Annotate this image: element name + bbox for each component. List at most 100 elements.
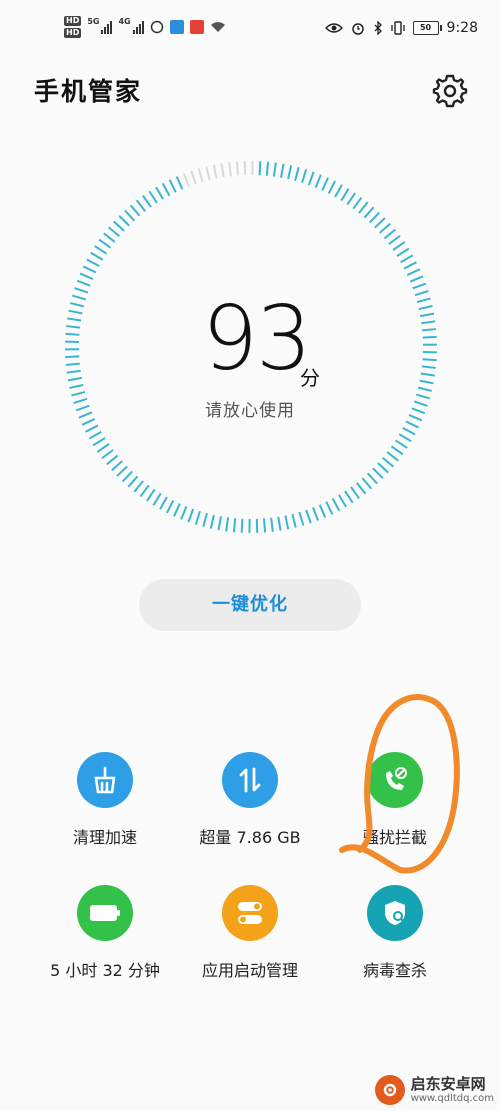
ring-tick: [175, 176, 184, 190]
ring-tick: [372, 467, 384, 479]
ring-tick: [398, 433, 412, 443]
ring-tick: [270, 517, 274, 532]
wifi-icon: [210, 22, 225, 32]
ring-tick: [412, 282, 427, 290]
ring-tick: [406, 268, 421, 276]
ring-tick: [155, 186, 164, 200]
tile-battery[interactable]: 5 小时 32 分钟: [30, 885, 180, 981]
sync-icon: [150, 20, 163, 34]
ring-tick: [334, 184, 343, 198]
ring-tick: [291, 513, 297, 528]
ring-tick: [127, 475, 139, 488]
ring-tick: [263, 518, 267, 533]
ring-tick: [108, 226, 121, 238]
ring-tick: [74, 287, 89, 294]
ring-tick: [67, 376, 82, 382]
ring-tick: [305, 509, 312, 524]
ring-tick: [86, 258, 100, 267]
ring-tick: [228, 162, 232, 177]
ring-tick: [325, 501, 334, 515]
network-type-1: 5G: [87, 16, 100, 26]
ring-tick: [396, 247, 410, 257]
tile-data-usage[interactable]: 超量 7.86 GB: [175, 752, 325, 848]
ring-tick: [374, 217, 386, 229]
ring-tick: [294, 166, 300, 182]
battery-indicator: 50: [412, 21, 442, 35]
ring-tick: [400, 254, 414, 264]
ring-tick: [90, 251, 104, 261]
ring-tick: [135, 199, 147, 212]
ring-tick: [394, 439, 408, 449]
ring-tick: [202, 512, 208, 528]
ring-tick: [421, 365, 436, 369]
ring-tick: [142, 195, 152, 208]
watermark: 启东安卓网 www.qdltdq.com: [374, 1075, 494, 1105]
ring-tick: [403, 261, 417, 270]
ring-tick: [422, 358, 437, 362]
status-right: 50 9:28: [324, 20, 478, 36]
ring-tick: [96, 443, 110, 453]
ring-tick: [197, 168, 204, 183]
ring-tick: [166, 499, 175, 514]
battery-icon: [77, 885, 133, 941]
ring-tick: [352, 196, 363, 210]
tile-startup-manager[interactable]: 应用启动管理: [175, 885, 325, 981]
ring-tick: [65, 332, 80, 336]
ring-tick: [301, 169, 308, 184]
tile-virus-scan[interactable]: 病毒查杀: [320, 885, 470, 981]
ring-tick: [121, 470, 133, 483]
hd-badge-2: HD: [64, 28, 82, 38]
bluetooth-icon: [374, 21, 382, 35]
ring-tick: [379, 222, 391, 234]
ring-tick: [85, 424, 99, 433]
ring-tick: [409, 275, 424, 283]
ring-tick: [76, 279, 91, 287]
ring-tick: [318, 504, 327, 518]
ring-tick: [422, 328, 437, 332]
ring-tick: [392, 241, 406, 251]
gear-icon[interactable]: [432, 72, 468, 108]
ring-tick: [152, 492, 162, 506]
ring-tick: [113, 220, 125, 232]
tile-cleanup[interactable]: 清理加速: [30, 752, 180, 848]
tile-harassment-block[interactable]: 骚扰拦截: [320, 752, 470, 848]
ring-tick: [194, 510, 201, 525]
ring-tick: [298, 511, 305, 526]
ring-tick: [388, 234, 401, 245]
ring-tick: [381, 456, 394, 468]
ring-tick: [98, 238, 112, 249]
ring-tick: [265, 161, 270, 176]
ring-tick: [232, 518, 237, 533]
ring-tick: [344, 490, 354, 504]
ring-tick: [369, 211, 381, 224]
shield-scan-icon: [367, 885, 423, 941]
ring-tick: [103, 232, 116, 243]
ring-tick: [327, 180, 336, 195]
tile-label: 病毒查杀: [362, 961, 427, 980]
ring-tick: [212, 164, 218, 179]
vibrate-icon: [390, 21, 405, 35]
ring-tick: [377, 462, 389, 474]
ring-tick: [346, 192, 357, 206]
ring-tick: [65, 355, 80, 359]
ring-tick: [118, 215, 130, 227]
ring-tick: [358, 201, 369, 214]
watermark-url: www.qdltdq.com: [410, 1092, 494, 1104]
optimize-button[interactable]: 一键优化: [139, 579, 361, 631]
ring-tick: [161, 182, 171, 197]
ring-tick: [182, 173, 190, 187]
hd-indicators: HD HD: [64, 16, 82, 38]
ring-tick: [366, 472, 378, 485]
ring-tick: [173, 503, 181, 517]
toggle-icon: [222, 885, 278, 941]
ring-tick: [67, 317, 82, 322]
ring-tick: [71, 390, 86, 397]
ring-tick: [217, 516, 222, 531]
ring-tick: [111, 460, 123, 472]
ring-tick: [420, 372, 435, 377]
ring-tick: [92, 437, 106, 447]
tile-label: 应用启动管理: [201, 961, 298, 980]
ring-tick: [419, 379, 434, 385]
ring-tick: [390, 445, 404, 456]
ring-tick: [331, 497, 341, 512]
